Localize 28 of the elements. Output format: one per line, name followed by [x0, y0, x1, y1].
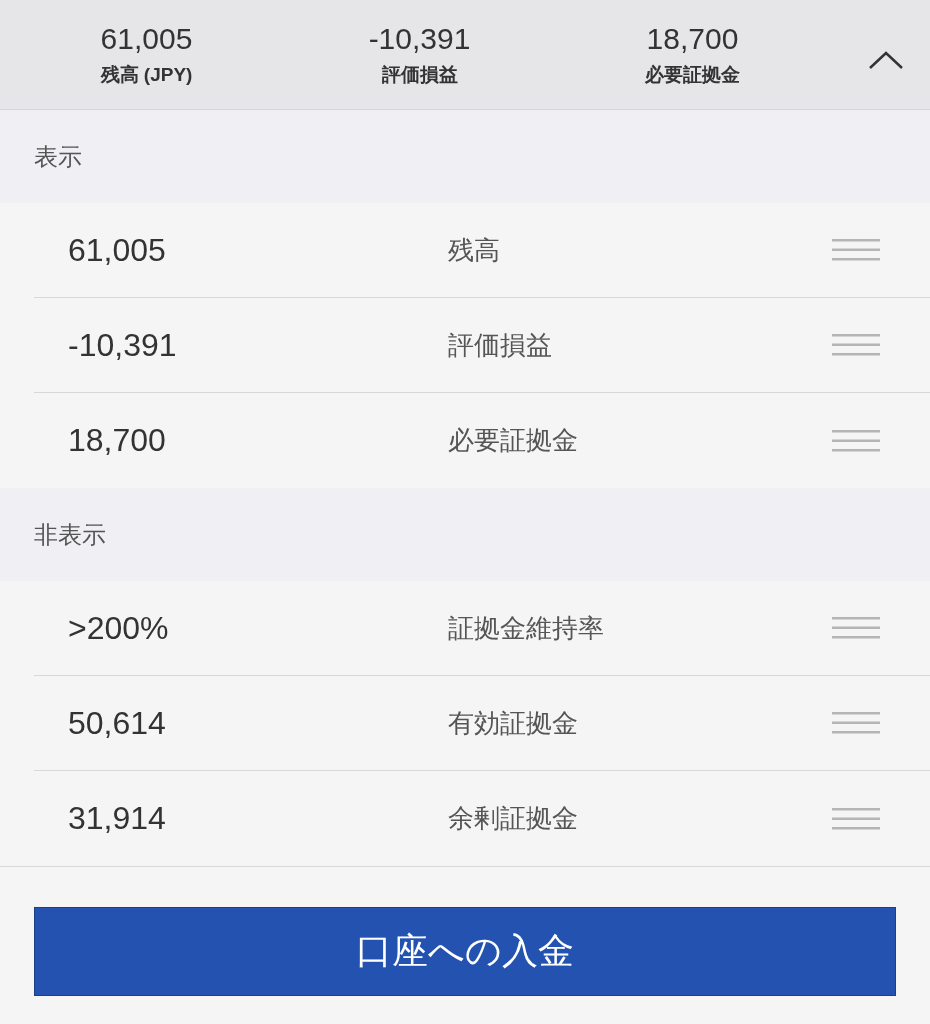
row-value: -10,391 [68, 326, 178, 364]
row-label: 残高 [448, 233, 501, 267]
row-label: 有効証拠金 [448, 706, 579, 740]
drag-handle-icon[interactable] [832, 806, 880, 831]
section-title: 非表示 [34, 519, 106, 550]
drag-handle-icon[interactable] [832, 428, 880, 453]
row-value: 18,700 [68, 422, 167, 459]
row-value: 50,614 [68, 704, 167, 742]
row-value: >200% [68, 609, 170, 647]
section-title: 表示 [34, 141, 82, 172]
row-label: 必要証拠金 [448, 424, 579, 457]
deposit-button[interactable]: 口座への入金 [34, 907, 896, 996]
row-value: 61,005 [68, 231, 167, 269]
summary-value: 18,700 [646, 21, 739, 56]
collapse-chevron-icon[interactable] [868, 50, 904, 70]
summary-value: 61,005 [100, 21, 193, 56]
drag-handle-icon[interactable] [832, 711, 880, 735]
row-label: 証拠金維持率 [448, 611, 605, 645]
summary-label: 必要証拠金 [645, 62, 740, 87]
drag-handle-icon[interactable] [832, 616, 880, 640]
row-value: 31,914 [68, 800, 167, 837]
summary-label: 残高 (JPY) [100, 62, 193, 87]
summary-label: 評価損益 [381, 62, 458, 87]
row-label: 評価損益 [448, 328, 553, 362]
drag-handle-icon[interactable] [832, 333, 880, 357]
drag-handle-icon[interactable] [832, 238, 880, 262]
summary-value: -10,391 [368, 21, 471, 56]
row-label: 余剰証拠金 [448, 802, 579, 835]
